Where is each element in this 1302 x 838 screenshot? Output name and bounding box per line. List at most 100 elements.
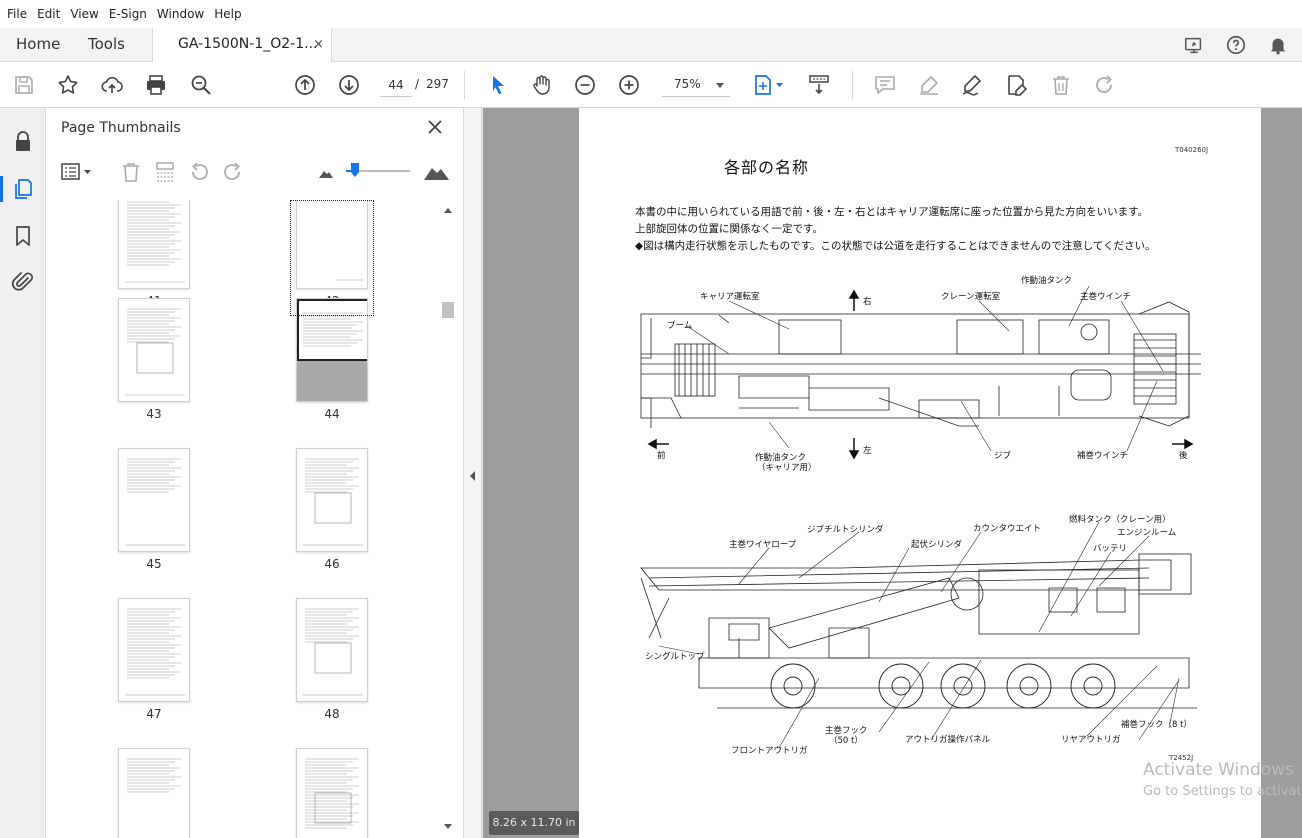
select-cursor-icon[interactable] bbox=[486, 73, 510, 97]
tab-home[interactable]: Home bbox=[16, 28, 60, 61]
label-fuel-tank: 燃料タンク（クレーン用） bbox=[1069, 515, 1171, 525]
panel-title: Page Thumbnails bbox=[61, 120, 181, 136]
thumbnail-page-number: 47 bbox=[146, 707, 162, 721]
close-icon[interactable] bbox=[426, 118, 444, 136]
rotate-right-icon[interactable] bbox=[221, 160, 245, 184]
previous-page-icon[interactable] bbox=[293, 73, 317, 97]
scrollbar-thumb[interactable] bbox=[442, 302, 454, 318]
draw-sign-icon[interactable] bbox=[960, 73, 984, 97]
help-icon[interactable] bbox=[1225, 34, 1247, 56]
label-front-outrigger: フロントアウトリガ bbox=[731, 746, 808, 756]
menu-help[interactable]: Help bbox=[209, 0, 246, 28]
page-thumbnail[interactable] bbox=[296, 748, 368, 838]
crane-side-view-drawing bbox=[640, 553, 1197, 709]
scroll-down-icon[interactable] bbox=[444, 824, 452, 829]
label-main-winch: 主巻ウインチ bbox=[1080, 292, 1132, 302]
thumbnail-options-icon[interactable] bbox=[60, 160, 96, 184]
label-single-top: シングルトップ bbox=[645, 652, 705, 662]
share-screen-icon[interactable] bbox=[1183, 34, 1205, 56]
label-main-hook-capacity: （50 t） bbox=[829, 736, 863, 746]
activate-windows-watermark: Activate Windows bbox=[1143, 760, 1294, 780]
selected-thumbnail-outline bbox=[290, 200, 374, 316]
page-separator: / bbox=[415, 77, 420, 91]
zoom-select[interactable]: 75% bbox=[662, 73, 730, 97]
extract-pages-icon[interactable] bbox=[153, 160, 177, 184]
thumbnail-page-number: 43 bbox=[146, 407, 162, 421]
next-page-icon[interactable] bbox=[337, 73, 361, 97]
bookmark-star-icon[interactable] bbox=[56, 73, 80, 97]
label-aux-hook: 補巻フック（8 t） bbox=[1121, 720, 1192, 730]
left-navigation-rail bbox=[0, 108, 46, 838]
menu-view[interactable]: View bbox=[65, 0, 103, 28]
thumbnail-page-number: 48 bbox=[324, 707, 340, 721]
zoom-in-icon[interactable] bbox=[617, 73, 641, 97]
menu-file[interactable]: File bbox=[2, 0, 32, 28]
page-size-badge: 8.26 x 11.70 in bbox=[489, 811, 579, 835]
notifications-bell-icon[interactable] bbox=[1267, 34, 1289, 56]
thumbnail-preview bbox=[125, 308, 185, 396]
page-thumbnail[interactable] bbox=[118, 298, 190, 402]
crane-wheels bbox=[770, 663, 1116, 709]
document-tab-close-icon[interactable]: × bbox=[313, 28, 324, 61]
page-thumbnail[interactable] bbox=[296, 448, 368, 552]
thumbnail-preview bbox=[127, 758, 181, 793]
label-aux-winch: 補巻ウインチ bbox=[1077, 451, 1129, 461]
thumbnail-scrollbar[interactable] bbox=[440, 200, 456, 838]
document-view[interactable]: T040260J 各部の名称 本書の中に用いられている用語で前・後・左・右とはキ… bbox=[483, 108, 1302, 838]
scroll-mode-icon[interactable] bbox=[807, 73, 831, 97]
thumbnail-page-number: 44 bbox=[324, 407, 340, 421]
fit-page-icon[interactable] bbox=[752, 73, 786, 97]
redo-icon[interactable] bbox=[1093, 73, 1117, 97]
save-icon[interactable] bbox=[12, 73, 36, 97]
label-outrigger-panel: アウトリガ操作パネル bbox=[905, 735, 991, 745]
panel-splitter[interactable] bbox=[464, 108, 482, 838]
lock-icon[interactable] bbox=[11, 130, 35, 154]
zoom-value: 75% bbox=[674, 77, 701, 91]
delete-pages-icon[interactable] bbox=[119, 160, 143, 184]
label-left: 左 bbox=[863, 446, 872, 456]
page-thumbnail[interactable] bbox=[118, 598, 190, 702]
menu-esign[interactable]: E-Sign bbox=[104, 0, 152, 28]
label-battery: バッテリ bbox=[1093, 544, 1128, 554]
delete-icon[interactable] bbox=[1049, 73, 1073, 97]
thumbnails-toolbar bbox=[46, 152, 464, 192]
hand-tool-icon[interactable] bbox=[529, 73, 553, 97]
menu-window[interactable]: Window bbox=[152, 0, 209, 28]
large-thumbnails-icon[interactable] bbox=[422, 160, 450, 184]
edit-document-icon[interactable] bbox=[1005, 73, 1029, 97]
scroll-up-icon[interactable] bbox=[444, 208, 452, 213]
zoom-out-icon[interactable] bbox=[573, 73, 597, 97]
total-pages: 297 bbox=[426, 77, 449, 91]
page-thumbnail[interactable] bbox=[118, 748, 190, 838]
comment-icon[interactable] bbox=[873, 73, 897, 97]
menu-edit[interactable]: Edit bbox=[32, 0, 65, 28]
document-tab[interactable]: GA-1500N-1_O2-1... × bbox=[152, 28, 332, 62]
label-boom: ブーム bbox=[667, 321, 693, 331]
page-thumbnail[interactable] bbox=[118, 448, 190, 552]
label-right: 右 bbox=[863, 297, 872, 307]
thumbnail-preview bbox=[125, 608, 185, 696]
bookmarks-icon[interactable] bbox=[11, 224, 35, 248]
page-thumbnail[interactable] bbox=[118, 200, 190, 289]
label-hydraulic-tank: 作動油タンク bbox=[1021, 276, 1073, 286]
print-icon[interactable] bbox=[144, 73, 168, 97]
rotate-left-icon[interactable] bbox=[187, 160, 211, 184]
page-thumbnail[interactable] bbox=[296, 598, 368, 702]
label-front: 前 bbox=[657, 451, 666, 461]
label-crane-cab: クレーン運転室 bbox=[941, 292, 1001, 302]
small-thumbnails-icon[interactable] bbox=[314, 160, 338, 184]
tab-tools[interactable]: Tools bbox=[88, 28, 125, 61]
thumbnail-preview bbox=[305, 758, 359, 829]
pdf-page: T040260J 各部の名称 本書の中に用いられている用語で前・後・左・右とはキ… bbox=[579, 108, 1261, 838]
thumbnail-page-number: 46 bbox=[324, 557, 340, 571]
active-rail-indicator bbox=[0, 176, 3, 202]
attachments-paperclip-icon[interactable] bbox=[11, 270, 35, 294]
label-engine-room: エンジンルーム bbox=[1117, 528, 1177, 538]
highlight-pen-icon[interactable] bbox=[917, 73, 941, 97]
upload-cloud-icon[interactable] bbox=[100, 73, 124, 97]
page-number-input[interactable] bbox=[380, 73, 412, 97]
find-zoom-icon[interactable] bbox=[189, 73, 213, 97]
collapse-panel-icon[interactable] bbox=[470, 471, 475, 481]
page-thumbnails-icon[interactable] bbox=[11, 177, 35, 201]
label-counterweight: カウンタウエイト bbox=[973, 524, 1042, 534]
